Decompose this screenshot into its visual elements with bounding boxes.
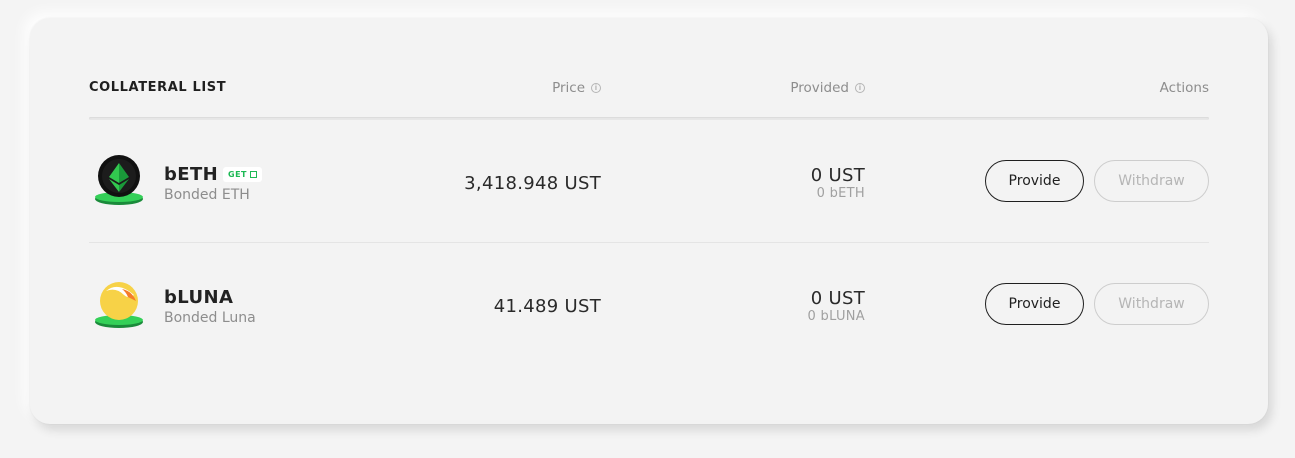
- token-name: Bonded ETH: [164, 187, 250, 203]
- provided-column-header: Provided i: [790, 80, 865, 96]
- price-header-label: Price: [552, 80, 585, 96]
- info-icon[interactable]: i: [855, 83, 865, 93]
- token-price: 3,418.948 UST: [464, 173, 601, 194]
- withdraw-button[interactable]: Withdraw: [1094, 283, 1209, 325]
- withdraw-button[interactable]: Withdraw: [1094, 160, 1209, 202]
- provided-amount: 0 UST: [810, 165, 865, 186]
- table-header: COLLATERAL LIST Price i Provided i Actio…: [89, 80, 1209, 100]
- token-name: Bonded Luna: [164, 310, 256, 326]
- provided-amount: 0 UST: [810, 288, 865, 309]
- table-row-bluna: bLUNA Bonded Luna 41.489 UST 0 UST 0 bLU…: [89, 243, 1209, 365]
- token-symbol: bETH: [164, 164, 219, 185]
- token-symbol: bLUNA: [164, 287, 234, 308]
- token-price: 41.489 UST: [493, 296, 601, 317]
- get-token-link[interactable]: GET: [223, 167, 262, 182]
- info-icon[interactable]: i: [591, 83, 601, 93]
- bluna-token-icon: [95, 282, 143, 328]
- provide-button[interactable]: Provide: [985, 283, 1084, 325]
- provided-header-label: Provided: [790, 80, 849, 96]
- actions-column-header: Actions: [1159, 80, 1209, 96]
- collateral-list-title: COLLATERAL LIST: [89, 80, 227, 95]
- price-column-header: Price i: [552, 80, 601, 96]
- table-row-beth: bETH GET Bonded ETH 3,418.948 UST 0 UST …: [89, 120, 1209, 242]
- external-link-icon: [250, 171, 257, 178]
- beth-token-icon: [95, 155, 143, 205]
- provided-token-amount: 0 bLUNA: [807, 309, 865, 324]
- collateral-list-card: COLLATERAL LIST Price i Provided i Actio…: [30, 18, 1268, 424]
- provided-token-amount: 0 bETH: [816, 186, 865, 201]
- provide-button[interactable]: Provide: [985, 160, 1084, 202]
- get-badge-label: GET: [228, 170, 247, 179]
